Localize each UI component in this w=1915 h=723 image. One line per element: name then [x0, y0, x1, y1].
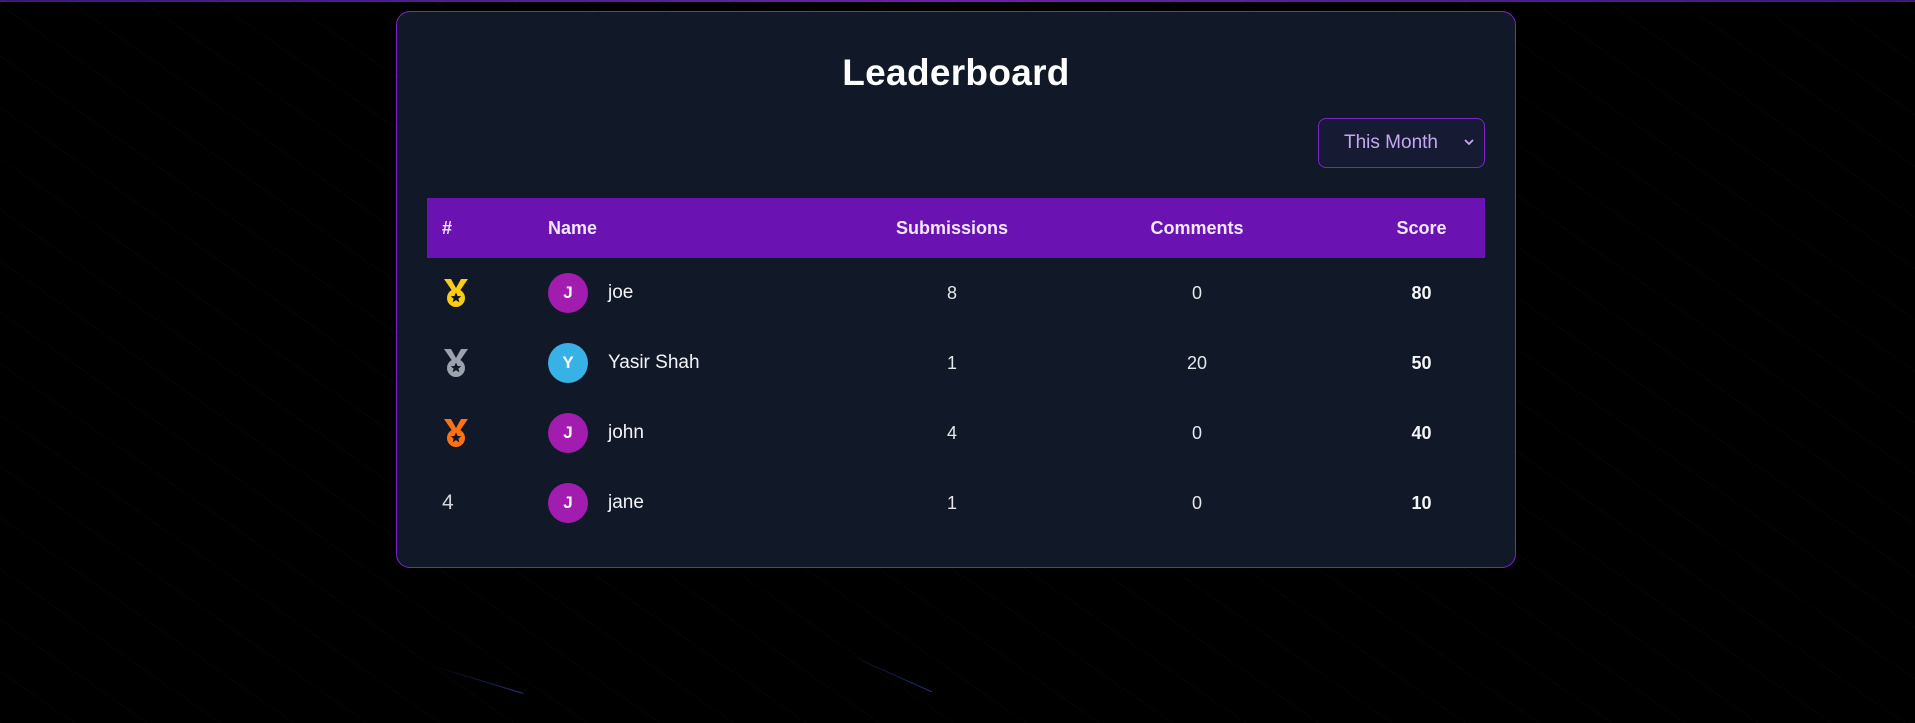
username: joe: [608, 282, 634, 303]
comments-cell: 20: [1186, 352, 1208, 373]
page-title: Leaderboard: [842, 52, 1070, 93]
period-select-value: This Month: [1344, 132, 1438, 153]
bronze-medal-icon: [444, 419, 468, 447]
table-row: J joe 8 0 80: [427, 258, 1485, 328]
name-cell: Y Yasir Shah: [548, 328, 868, 398]
header-score: Score: [1396, 217, 1447, 238]
username: john: [608, 422, 644, 443]
submissions-cell: 4: [946, 422, 957, 443]
username: Yasir Shah: [608, 352, 700, 373]
rank-number: 4: [442, 491, 454, 514]
avatar: J: [548, 413, 588, 453]
table-header-row: # Name Submissions Comments Score: [427, 198, 1485, 258]
name-cell: J joe: [548, 258, 868, 328]
submissions-cell: 1: [946, 352, 957, 373]
avatar: J: [548, 483, 588, 523]
header-comments: Comments: [1150, 217, 1244, 238]
score-cell: 50: [1411, 352, 1432, 373]
comments-cell: 0: [1191, 422, 1202, 443]
background-streak: [434, 666, 524, 694]
silver-medal-icon: [444, 349, 468, 377]
period-select[interactable]: This Month: [1318, 118, 1485, 168]
score-cell: 80: [1411, 282, 1432, 303]
rank-cell: [427, 328, 548, 398]
table-row: J john 4 0 40: [427, 398, 1485, 468]
gold-medal-icon: [444, 279, 468, 307]
score-cell: 10: [1411, 492, 1432, 513]
submissions-cell: 1: [946, 492, 957, 513]
table-row: Y Yasir Shah 1 20 50: [427, 328, 1485, 398]
avatar-initial: J: [563, 493, 573, 512]
header-name: Name: [548, 217, 598, 238]
username: jane: [608, 492, 644, 513]
leaderboard-table: # Name Submissions Comments Score J joe …: [427, 198, 1485, 538]
rank-cell: [427, 398, 548, 468]
score-cell: 40: [1411, 422, 1432, 443]
avatar: J: [548, 273, 588, 313]
comments-cell: 0: [1191, 492, 1202, 513]
chevron-down-icon: [1464, 139, 1474, 146]
submissions-cell: 8: [946, 282, 957, 303]
rank-cell: 4: [427, 468, 548, 538]
avatar-initial: J: [563, 423, 573, 442]
comments-cell: 0: [1191, 282, 1202, 303]
background-streak: [847, 654, 933, 693]
avatar: Y: [548, 343, 588, 383]
avatar-initial: Y: [562, 353, 574, 372]
table-row: 4 J jane 1 0 10: [427, 468, 1485, 538]
rank-cell: [427, 258, 548, 328]
name-cell: J john: [548, 398, 868, 468]
header-rank: #: [442, 217, 453, 238]
name-cell: J jane: [548, 468, 868, 538]
header-submissions: Submissions: [895, 217, 1009, 238]
top-accent-line: [0, 0, 1915, 2]
avatar-initial: J: [563, 283, 573, 302]
leaderboard-card: Leaderboard This Month # Name Submission…: [396, 11, 1516, 568]
